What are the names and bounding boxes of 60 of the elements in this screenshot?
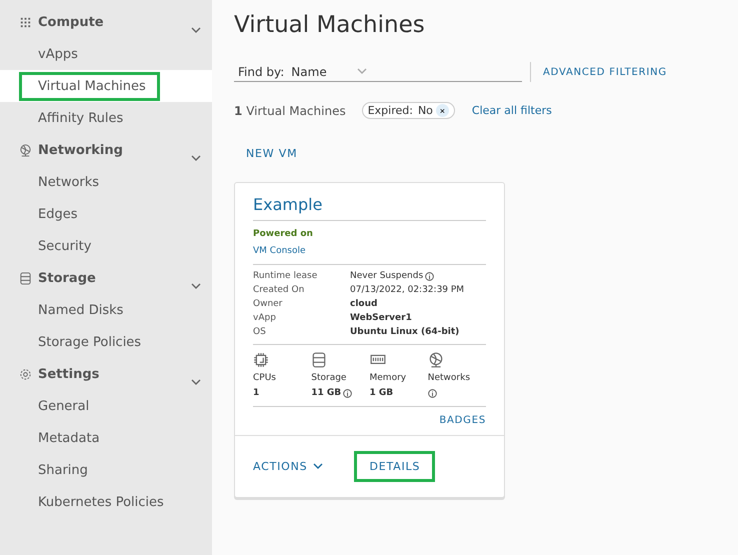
actions-button[interactable]: ACTIONS bbox=[253, 460, 324, 473]
sidebar-item[interactable]: Storage Policies bbox=[0, 326, 212, 358]
sidebar-section[interactable]: Settings bbox=[0, 358, 212, 390]
globe-icon bbox=[19, 144, 32, 156]
vm-console-link[interactable]: VM Console bbox=[253, 246, 306, 256]
property-label: vApp bbox=[253, 313, 277, 323]
sidebar-item[interactable]: Affinity Rules bbox=[0, 102, 212, 134]
resource-label: Memory bbox=[370, 373, 406, 383]
property-value: 07/13/2022, 02:32:39 PM bbox=[350, 285, 464, 295]
clear-filters-link[interactable]: Clear all filters bbox=[472, 104, 552, 117]
vm-count: 1 Virtual Machines bbox=[234, 104, 346, 118]
sidebar-item[interactable]: Security bbox=[0, 230, 212, 262]
property-value: cloud bbox=[350, 299, 378, 309]
sidebar-section[interactable]: Networking bbox=[0, 134, 212, 166]
remove-filter-button[interactable]: × bbox=[436, 104, 449, 117]
details-button[interactable]: DETAILS bbox=[357, 454, 432, 479]
property-label: Runtime lease bbox=[253, 271, 318, 281]
resource-value: 11 GB bbox=[311, 388, 342, 398]
badges-button[interactable]: BADGES bbox=[439, 415, 486, 426]
page-title: Virtual Machines bbox=[234, 12, 426, 38]
sidebar-section[interactable]: Storage bbox=[0, 262, 212, 294]
database-icon bbox=[311, 352, 328, 368]
sidebar-item[interactable]: vApps bbox=[0, 38, 212, 70]
resource-label: CPUs bbox=[253, 373, 276, 383]
database-icon bbox=[19, 272, 32, 284]
chevron-icon bbox=[313, 463, 324, 470]
chevron-icon bbox=[357, 68, 368, 75]
resource-label: Networks bbox=[428, 373, 470, 383]
property-label: Owner bbox=[253, 299, 284, 309]
chevron-icon bbox=[191, 26, 201, 34]
sidebar-item[interactable]: Metadata bbox=[0, 422, 212, 454]
cpu-icon bbox=[253, 352, 269, 368]
sidebar-item[interactable]: Virtual Machines bbox=[0, 70, 212, 102]
resource-value: 1 GB bbox=[370, 388, 394, 398]
power-status: Powered on bbox=[253, 229, 313, 239]
vm-name: Example bbox=[253, 195, 486, 221]
sidebar-section[interactable]: Compute bbox=[0, 6, 212, 38]
sidebar-item[interactable]: Kubernetes Policies bbox=[0, 486, 212, 518]
sidebar-item[interactable]: Edges bbox=[0, 198, 212, 230]
property-label: OS bbox=[253, 327, 267, 337]
globe-icon bbox=[428, 352, 444, 368]
chevron-icon bbox=[191, 282, 201, 290]
sidebar-item[interactable]: General bbox=[0, 390, 212, 422]
property-label: Created On bbox=[253, 285, 306, 295]
find-by-dropdown[interactable]: Find by: Name bbox=[234, 62, 522, 82]
property-value: Ubuntu Linux (64-bit) bbox=[350, 327, 460, 337]
sidebar-item[interactable]: Networks bbox=[0, 166, 212, 198]
filter-chip: Expired: No × bbox=[362, 102, 455, 119]
grid-icon bbox=[19, 16, 32, 28]
advanced-filtering-link[interactable]: ADVANCED FILTERING bbox=[543, 66, 667, 78]
chevron-icon bbox=[191, 378, 201, 386]
new-vm-button[interactable]: NEW VM bbox=[246, 147, 298, 160]
sidebar-item[interactable]: Named Disks bbox=[0, 294, 212, 326]
resource-label: Storage bbox=[311, 373, 346, 383]
property-value: Never Suspends bbox=[350, 271, 424, 281]
sidebar-item[interactable]: Sharing bbox=[0, 454, 212, 486]
settings-icon bbox=[19, 368, 32, 380]
chevron-icon bbox=[191, 154, 201, 162]
property-value: WebServer1 bbox=[350, 313, 412, 323]
resource-value: 1 bbox=[253, 388, 260, 398]
